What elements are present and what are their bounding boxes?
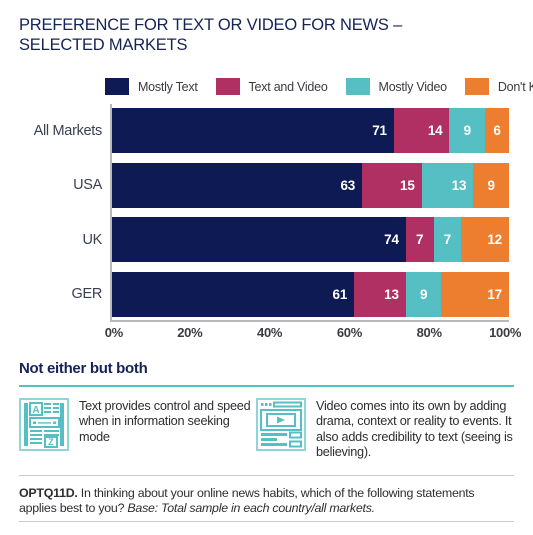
bar-segment: 9 (473, 162, 509, 208)
bar-segment: 9 (405, 271, 442, 317)
x-axis-tick-label: 100% (489, 325, 522, 340)
chart-legend: Mostly Text Text and Video Mostly Video Don… (105, 78, 533, 95)
legend-item: Mostly Video (345, 78, 448, 95)
x-axis-tick-label: 40% (257, 325, 283, 340)
bar-segment: 13 (354, 271, 406, 317)
legend-label: Text and Video (248, 79, 328, 94)
page-title: PREFERENCE FOR TEXT OR VIDEO FOR NEWS – … (19, 16, 403, 54)
legend-item: Text and Video (215, 78, 328, 95)
legend-swatch (345, 78, 370, 95)
info-block-video: Video comes into its own by adding drama… (256, 398, 516, 461)
bar-row: GER 61 13 9 17 (71, 271, 509, 317)
bar-segment: 71 (112, 108, 394, 153)
bar-segment: 61 (112, 271, 355, 317)
footnote: OPTQ11D. In thinking about your online n… (19, 486, 514, 517)
x-axis-tick-label: 0% (104, 325, 124, 340)
bar-segment: 6 (485, 108, 509, 153)
footnote-divider-bottom (19, 521, 514, 522)
category-label: USA (73, 177, 102, 194)
category-label: UK (82, 231, 102, 248)
bar-segment: 12 (461, 217, 509, 263)
bar-segment: 9 (449, 108, 486, 153)
x-axis-line (110, 320, 509, 322)
article-text-icon: A Z (19, 398, 69, 451)
info-blocks: A Z Text provides control and speed when… (19, 398, 516, 461)
footnote-base: Base: Total sample in each country/all m… (127, 501, 375, 516)
bar-row: UK 74 7 7 12 (82, 217, 509, 263)
x-axis-tick-label: 20% (177, 325, 203, 340)
svg-text:A: A (32, 405, 39, 416)
bar-segment: 15 (362, 162, 422, 208)
info-block-text: A Z Text provides control and speed when… (19, 398, 256, 461)
bar-row: All Markets 71 14 9 6 (34, 108, 509, 153)
footnote-divider-top (19, 475, 514, 476)
bar-segment: 14 (393, 108, 450, 153)
legend-item: Mostly Text (105, 78, 198, 95)
bar-segment: 7 (433, 217, 462, 263)
bar-row: USA 63 15 13 9 (73, 162, 509, 208)
legend-swatch (105, 78, 129, 95)
legend-item: Don't Know (464, 78, 533, 95)
svg-text:Z: Z (48, 437, 54, 447)
bar-segment: 7 (405, 217, 434, 263)
section-heading: Not either but both (19, 360, 148, 377)
bar-segment: 74 (112, 217, 406, 263)
legend-label: Mostly Video (378, 79, 448, 94)
legend-label: Don't Know (497, 79, 533, 94)
bar-rows: All Markets 71 14 9 6 USA 63 15 13 9 UK 74 7 7 12 GER 61… (34, 104, 509, 320)
info-text-article: Text provides control and speed when in … (79, 399, 251, 444)
x-axis-tick-label: 80% (416, 325, 442, 340)
x-axis-tick-label: 60% (336, 325, 362, 340)
video-player-icon (256, 398, 306, 451)
category-label: GER (71, 286, 102, 303)
bar-segment: 17 (441, 271, 509, 317)
bar-segment: 63 (112, 162, 363, 208)
bar-segment: 13 (421, 162, 474, 208)
legend-swatch (464, 78, 489, 95)
x-axis-ticks: 0% 20% 40% 60% 80% 100% (105, 325, 522, 343)
section-divider (19, 385, 514, 387)
legend-swatch (215, 78, 240, 95)
category-label: All Markets (33, 122, 103, 139)
footnote-code: OPTQ11D. (19, 486, 78, 500)
chart-plot-area: All Markets 71 14 9 6 USA 63 15 13 9 UK 74 7 7 12 GER 61… (34, 104, 509, 322)
info-text-video: Video comes into its own by adding drama… (316, 399, 513, 460)
legend-label: Mostly Text (138, 79, 198, 94)
